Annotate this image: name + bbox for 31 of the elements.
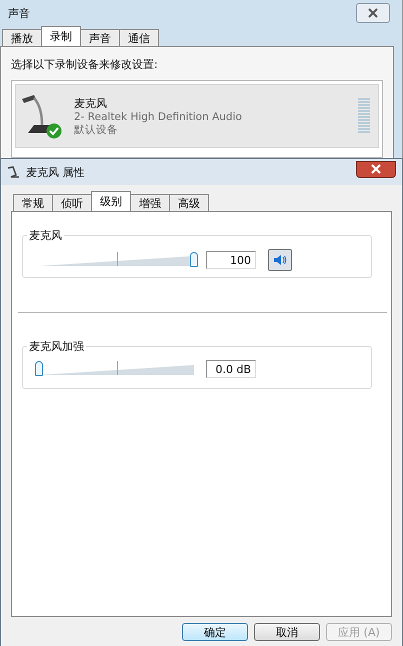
group-label: 麦克风 [28, 228, 63, 243]
tab[interactable]: 声音 [80, 29, 120, 46]
value-field[interactable]: 0.0 dB [206, 360, 256, 378]
close-button[interactable] [356, 160, 396, 178]
dialog-button[interactable]: 确定 [182, 623, 248, 641]
device-description: 2- Realtek High Definition Audio [74, 110, 243, 122]
tab[interactable]: 录制 [41, 26, 81, 46]
group-label: 麦克风加强 [28, 339, 85, 354]
close-icon [371, 164, 381, 174]
close-button[interactable] [356, 3, 390, 23]
value-field[interactable]: 100 [206, 251, 256, 269]
device-status: 默认设备 [74, 122, 119, 136]
tab[interactable]: 常规 [13, 194, 53, 211]
instruction-text: 选择以下录制设备来修改设置: [11, 57, 159, 72]
slider-thumb[interactable] [190, 252, 198, 267]
tab[interactable]: 侦听 [52, 194, 92, 211]
tab[interactable]: 高级 [169, 194, 209, 211]
tab[interactable]: 级别 [91, 191, 131, 211]
dialog-button[interactable]: 取消 [254, 623, 320, 641]
device-name: 麦克风 [74, 96, 108, 110]
speaker-icon [273, 254, 287, 266]
tab[interactable]: 增强 [130, 194, 170, 211]
window-title: 声音 [8, 6, 31, 20]
slider-thumb[interactable] [35, 361, 43, 376]
level-meter-icon [358, 98, 370, 134]
tab[interactable]: 通信 [119, 29, 159, 46]
device-item[interactable]: 麦克风 2- Realtek High Definition Audio 默认设备 [15, 84, 379, 148]
speaker-button[interactable] [268, 249, 292, 271]
dialog-title: 麦克风 属性 [26, 164, 86, 180]
close-icon [368, 8, 378, 18]
tab[interactable]: 播放 [2, 29, 42, 46]
